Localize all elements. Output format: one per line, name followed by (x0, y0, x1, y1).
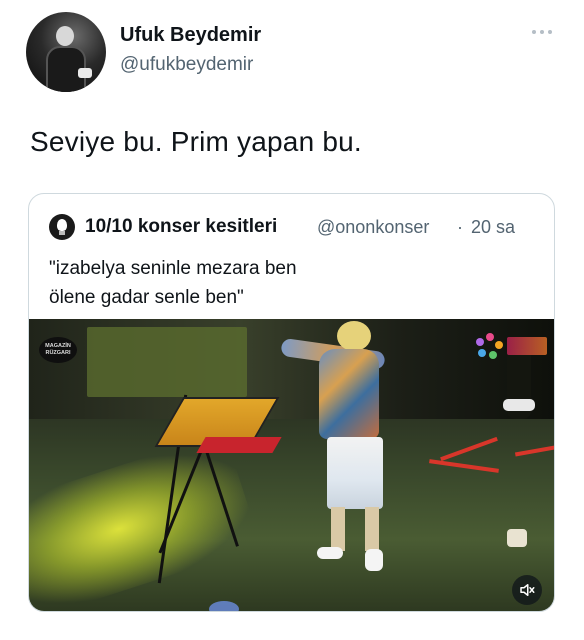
video-player[interactable]: MAGAZİN RÜZGARI (29, 319, 554, 611)
quoted-tweet-card[interactable]: 10/10 konser kesitleri @ononkonser · 20 … (28, 193, 555, 612)
performer (319, 349, 379, 439)
author-name[interactable]: Ufuk Beydemir (120, 24, 261, 47)
tweet-text: Seviye bu. Prim yapan bu. (30, 126, 362, 157)
mute-button[interactable] (512, 575, 542, 605)
quoted-author-name[interactable]: 10/10 konser kesitleri (85, 216, 277, 238)
more-horizontal-icon[interactable] (530, 26, 554, 38)
flower-logo-icon (475, 333, 505, 361)
quoted-author-avatar[interactable] (49, 214, 75, 240)
author-handle[interactable]: @ufukbeydemir (120, 54, 253, 76)
quoted-text-line: "izabelya seninle mezara ben (49, 258, 297, 279)
avatar-light (78, 68, 92, 78)
quoted-tweet-text: "izabelya seninle mezara ben ölene gadar… (49, 254, 529, 312)
quoted-text-line: ölene gadar senle ben" (49, 287, 244, 308)
quoted-author-handle[interactable]: @ononkonser (317, 217, 429, 238)
lightbulb-icon (57, 219, 67, 231)
quoted-timestamp[interactable]: 20 sa (471, 217, 515, 238)
channel-logo (507, 337, 547, 355)
avatar-head (56, 26, 74, 46)
quoted-separator: · (457, 217, 463, 237)
video-watermark-logo: MAGAZİN RÜZGARI (39, 337, 77, 363)
volume-muted-icon (520, 584, 535, 596)
author-avatar[interactable] (26, 12, 106, 92)
